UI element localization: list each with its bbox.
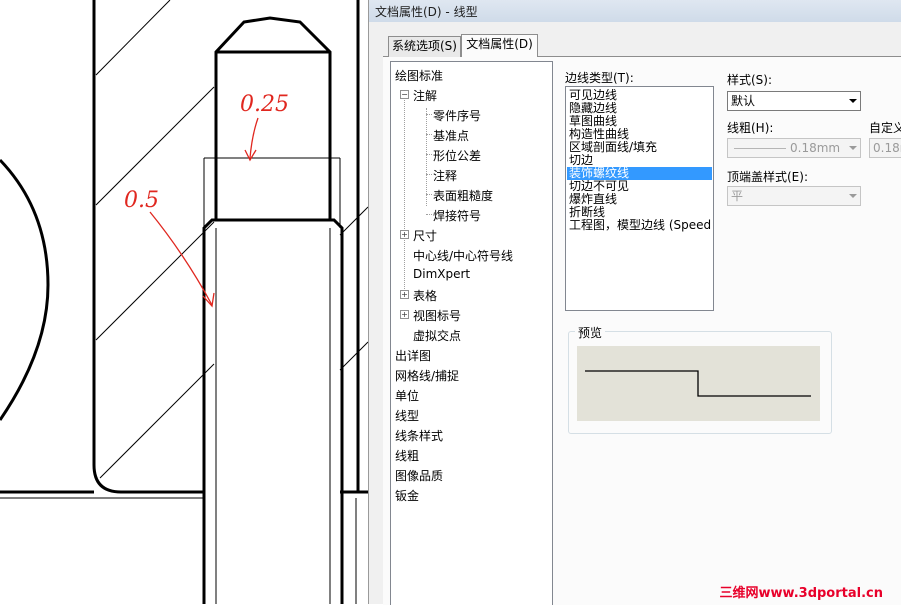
thickness-line-icon — [734, 148, 786, 149]
annotation-05: 0.5 — [124, 188, 159, 213]
list-item[interactable]: 折断线 — [567, 206, 712, 219]
preview-area — [577, 346, 820, 421]
list-item-label: 切边 — [569, 154, 594, 167]
custom-thickness-label: 自定义 — [869, 121, 901, 135]
tree-item-line-font[interactable]: 线型 — [395, 407, 419, 424]
list-item-label: 工程图，模型边线 (SpeedPak) — [569, 219, 712, 232]
custom-thickness-input[interactable]: 0.18m — [869, 138, 901, 158]
list-item[interactable]: 隐藏边线 — [567, 102, 712, 115]
list-item-label: 构造性曲线 — [569, 128, 630, 141]
list-item-label: 切边不可见 — [569, 180, 630, 193]
list-item-label: 可见边线 — [569, 89, 618, 102]
preview-label: 预览 — [575, 324, 606, 341]
tree-tick — [426, 214, 432, 215]
edge-types-list[interactable]: 可见边线 隐藏边线 草图曲线 构造性曲线 区域剖面线/填充 切边 装饰螺纹线 切… — [565, 86, 714, 311]
tree-item-units[interactable]: 单位 — [395, 387, 419, 404]
tab-document-properties[interactable]: 文档属性(D) — [461, 34, 538, 57]
tree-guide-line — [426, 108, 427, 206]
list-item-label: 隐藏边线 — [569, 102, 618, 115]
list-item-label: 装饰螺纹线 — [569, 167, 630, 180]
settings-tree[interactable]: 绘图标准 − 注解 零件序号 基准点 形位公差 注释 表面粗糙度 焊接符号 + … — [390, 61, 553, 605]
list-item[interactable]: 爆炸直线 — [567, 193, 712, 206]
expand-dimensions-icon[interactable]: + — [400, 230, 409, 239]
tree-item-surface-finishes[interactable]: 表面粗糙度 — [433, 187, 493, 204]
tree-item-geometric-tolerances[interactable]: 形位公差 — [433, 147, 481, 164]
dialog-titlebar[interactable]: 文档属性(D) - 线型 — [369, 0, 901, 22]
thickness-value: 0.18mm — [790, 141, 841, 155]
tree-item-detailing[interactable]: 出详图 — [395, 347, 431, 364]
tree-item-annotations[interactable]: 注解 — [413, 87, 437, 104]
expand-tables-icon[interactable]: + — [400, 290, 409, 299]
tree-item-view-labels[interactable]: 视图标号 — [413, 307, 461, 324]
chevron-down-icon — [849, 99, 857, 103]
list-item-label: 折断线 — [569, 206, 606, 219]
list-item[interactable]: 构造性曲线 — [567, 128, 712, 141]
chevron-down-icon — [849, 146, 857, 150]
expand-view-labels-icon[interactable]: + — [400, 310, 409, 319]
tree-item-sheet-metal[interactable]: 钣金 — [395, 487, 419, 504]
chevron-down-icon — [849, 194, 857, 198]
thickness-label: 线粗(H): — [727, 121, 774, 135]
tree-item-notes[interactable]: 注释 — [433, 167, 457, 184]
tree-guide-line — [404, 96, 405, 299]
tab-system-options[interactable]: 系统选项(S) — [388, 36, 461, 57]
tree-tick — [426, 134, 432, 135]
tree-tick — [426, 174, 432, 175]
tree-item-image-quality[interactable]: 图像品质 — [395, 467, 443, 484]
list-item-label: 爆炸直线 — [569, 193, 618, 206]
tree-item-balloons[interactable]: 零件序号 — [433, 107, 481, 124]
edge-types-label: 边线类型(T): — [565, 71, 634, 85]
tree-item-dimxpert[interactable]: DimXpert — [413, 267, 470, 281]
endcap-dropdown[interactable]: 平 — [727, 186, 861, 206]
tree-item-centerlines[interactable]: 中心线/中心符号线 — [413, 247, 513, 264]
list-item[interactable]: 切边不可见 — [567, 180, 712, 193]
tree-item-line-style[interactable]: 线条样式 — [395, 427, 443, 444]
tree-tick — [426, 194, 432, 195]
drawing-svg — [0, 0, 370, 604]
watermark: 三维网www.3dportal.cn — [719, 586, 883, 601]
tree-tick — [426, 114, 432, 115]
tree-item-dimensions[interactable]: 尺寸 — [413, 227, 437, 244]
preview-line-icon — [585, 370, 811, 397]
list-item-selected[interactable]: 装饰螺纹线 — [567, 167, 712, 180]
list-item[interactable]: 工程图，模型边线 (SpeedPak) — [567, 219, 712, 232]
list-item[interactable]: 草图曲线 — [567, 115, 712, 128]
list-item[interactable]: 切边 — [567, 154, 712, 167]
tree-item-datums[interactable]: 基准点 — [433, 127, 469, 144]
style-value: 默认 — [731, 94, 756, 108]
collapse-annotations-icon[interactable]: − — [400, 90, 409, 99]
endcap-value: 平 — [731, 189, 744, 203]
list-item[interactable]: 区域剖面线/填充 — [567, 141, 712, 154]
document-properties-dialog: 文档属性(D) - 线型 系统选项(S) 文档属性(D) 绘图标准 − 注解 零… — [368, 0, 901, 605]
preview-group: 预览 — [568, 324, 832, 434]
tree-item-grid-snap[interactable]: 网格线/捕捉 — [395, 367, 459, 384]
cad-drawing-canvas[interactable]: 0.25 0.5 — [0, 0, 370, 604]
list-item-label: 区域剖面线/填充 — [569, 141, 658, 154]
custom-thickness-value: 0.18m — [873, 141, 901, 155]
dialog-title: 文档属性(D) - 线型 — [375, 5, 478, 19]
style-dropdown[interactable]: 默认 — [727, 91, 861, 111]
style-label: 样式(S): — [727, 73, 773, 87]
part-outline — [0, 0, 370, 604]
tree-item-drawing-standard[interactable]: 绘图标准 — [395, 67, 443, 84]
tree-item-line-thickness[interactable]: 线粗 — [395, 447, 419, 464]
endcap-label: 顶端盖样式(E): — [727, 170, 808, 184]
hatch-lines — [95, 0, 369, 479]
annotation-025: 0.25 — [240, 92, 289, 117]
list-item[interactable]: 可见边线 — [567, 89, 712, 102]
thickness-dropdown[interactable]: 0.18mm — [727, 138, 861, 158]
tree-item-tables[interactable]: 表格 — [413, 287, 437, 304]
thin-lines — [0, 157, 357, 604]
list-item-label: 草图曲线 — [569, 115, 618, 128]
tree-tick — [426, 154, 432, 155]
tree-item-virtual-sharps[interactable]: 虚拟交点 — [413, 327, 461, 344]
tree-item-weld-symbols[interactable]: 焊接符号 — [433, 207, 481, 224]
